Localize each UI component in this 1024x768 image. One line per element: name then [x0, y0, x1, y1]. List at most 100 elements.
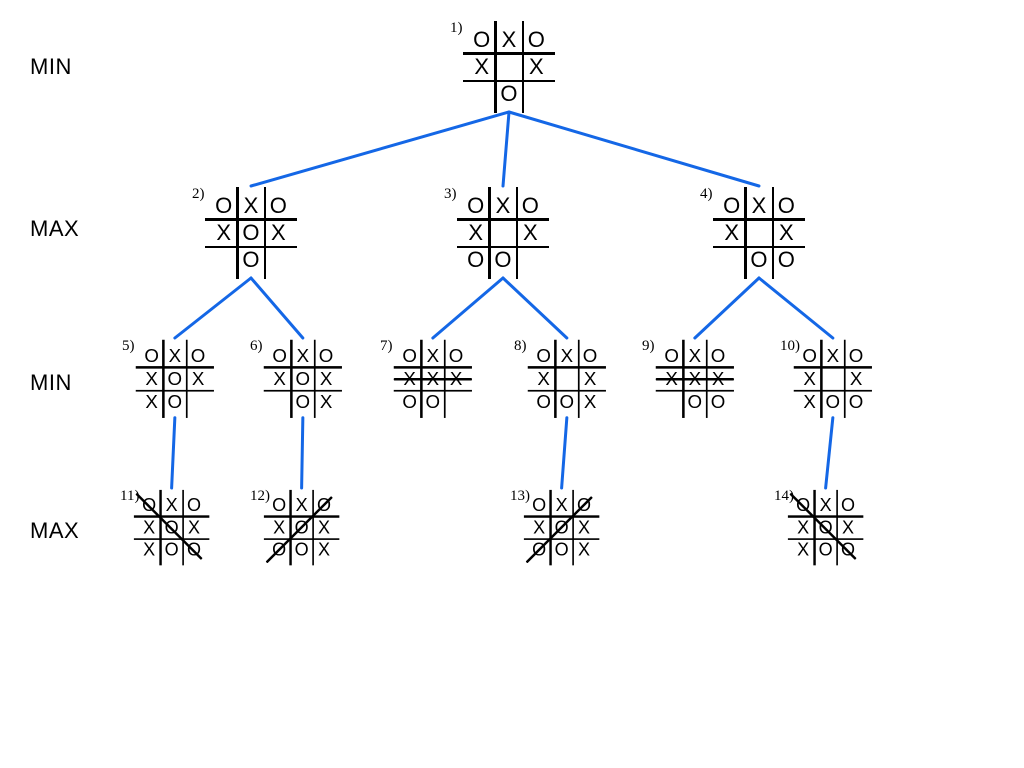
- board-cell: X: [210, 219, 237, 246]
- game-node-1: 1)OXOXXO: [468, 26, 550, 108]
- board-cell: X: [821, 344, 844, 367]
- board-cell: X: [718, 219, 745, 246]
- board-cell: X: [773, 219, 800, 246]
- node-index-label: 12): [250, 488, 270, 505]
- board-cell: O: [706, 390, 729, 413]
- tictactoe-board: OXOXXOO: [462, 192, 544, 274]
- board-cell: O: [186, 344, 209, 367]
- board-cell: O: [798, 344, 821, 367]
- board-cell: X: [138, 539, 160, 561]
- board-cell: [186, 390, 209, 413]
- board-cell: O: [163, 367, 186, 390]
- game-node-14: 14)OXOXOXXOO: [792, 494, 874, 576]
- board-cell: X: [268, 367, 291, 390]
- game-node-3: 3)OXOXXOO: [462, 192, 544, 274]
- board-cell: O: [745, 247, 772, 274]
- board-cell: X: [798, 367, 821, 390]
- board-cell: X: [462, 219, 489, 246]
- board-cell: X: [314, 390, 337, 413]
- board-cell: [268, 390, 291, 413]
- board-cell: O: [291, 390, 314, 413]
- board-cell: O: [268, 344, 291, 367]
- tree-edge: [175, 278, 251, 338]
- tree-edge: [172, 418, 175, 488]
- board-cell: X: [183, 516, 205, 538]
- board-cell: O: [265, 192, 292, 219]
- tree-edge: [695, 278, 759, 338]
- tictactoe-board: OXOXOXOOX: [268, 494, 335, 561]
- board-cell: X: [268, 516, 290, 538]
- board-cell: X: [421, 344, 444, 367]
- board-cell: X: [237, 192, 264, 219]
- game-node-9: 9)OXOXXXOO: [660, 344, 742, 426]
- tictactoe-board: OXOXXO: [468, 26, 550, 108]
- tree-edge: [503, 278, 567, 338]
- board-cell: O: [555, 390, 578, 413]
- node-index-label: 4): [700, 186, 713, 203]
- board-cell: O: [532, 390, 555, 413]
- tictactoe-board: OXOXXOOX: [532, 344, 602, 414]
- node-index-label: 13): [510, 488, 530, 505]
- tictactoe-board: OXOXOXXOO: [792, 494, 859, 561]
- board-cell: X: [683, 344, 706, 367]
- board-cell: [489, 219, 516, 246]
- level-label-3: MAX: [30, 518, 79, 544]
- board-cell: [660, 390, 683, 413]
- board-cell: O: [210, 192, 237, 219]
- board-cell: X: [186, 367, 209, 390]
- board-cell: [517, 247, 544, 274]
- tree-edge: [251, 278, 303, 338]
- board-cell: O: [773, 247, 800, 274]
- tree-edge: [433, 278, 503, 338]
- board-cell: X: [837, 516, 859, 538]
- board-cell: X: [160, 494, 182, 516]
- board-cell: X: [140, 367, 163, 390]
- board-cell: X: [550, 494, 572, 516]
- board-cell: X: [792, 539, 814, 561]
- board-cell: [495, 53, 522, 80]
- board-cell: O: [821, 390, 844, 413]
- game-node-7: 7)OXOXXXOO: [398, 344, 480, 426]
- node-index-label: 6): [250, 338, 263, 355]
- win-line-row-1: [656, 378, 734, 380]
- board-cell: O: [683, 390, 706, 413]
- board-cell: [468, 81, 495, 108]
- board-cell: X: [314, 367, 337, 390]
- node-index-label: 8): [514, 338, 527, 355]
- board-cell: O: [517, 192, 544, 219]
- board-cell: X: [495, 26, 522, 53]
- board-cell: [745, 219, 772, 246]
- level-label-2: MIN: [30, 370, 72, 396]
- board-cell: O: [550, 539, 572, 561]
- board-cell: O: [462, 192, 489, 219]
- board-cell: O: [837, 494, 859, 516]
- level-label-0: MIN: [30, 54, 72, 80]
- board-cell: O: [718, 192, 745, 219]
- board-cell: O: [268, 494, 290, 516]
- board-cell: X: [468, 53, 495, 80]
- board-cell: X: [313, 516, 335, 538]
- board-cell: O: [290, 539, 312, 561]
- tree-edge: [503, 112, 509, 186]
- game-node-5: 5)OXOXOXXO: [140, 344, 222, 426]
- board-cell: O: [495, 81, 522, 108]
- board-cell: X: [290, 494, 312, 516]
- board-cell: O: [421, 390, 444, 413]
- tictactoe-board: OXOXXOO: [718, 192, 800, 274]
- node-index-label: 7): [380, 338, 393, 355]
- board-cell: O: [160, 539, 182, 561]
- node-index-label: 1): [450, 20, 463, 37]
- node-index-label: 2): [192, 186, 205, 203]
- board-cell: O: [489, 247, 516, 274]
- game-node-6: 6)OXOXOXOX: [268, 344, 350, 426]
- board-cell: O: [398, 344, 421, 367]
- tree-edge: [759, 278, 833, 338]
- game-node-8: 8)OXOXXOOX: [532, 344, 614, 426]
- board-cell: O: [163, 390, 186, 413]
- board-cell: O: [183, 494, 205, 516]
- board-cell: O: [523, 26, 550, 53]
- board-cell: [821, 367, 844, 390]
- board-cell: X: [265, 219, 292, 246]
- board-cell: X: [745, 192, 772, 219]
- board-cell: X: [528, 516, 550, 538]
